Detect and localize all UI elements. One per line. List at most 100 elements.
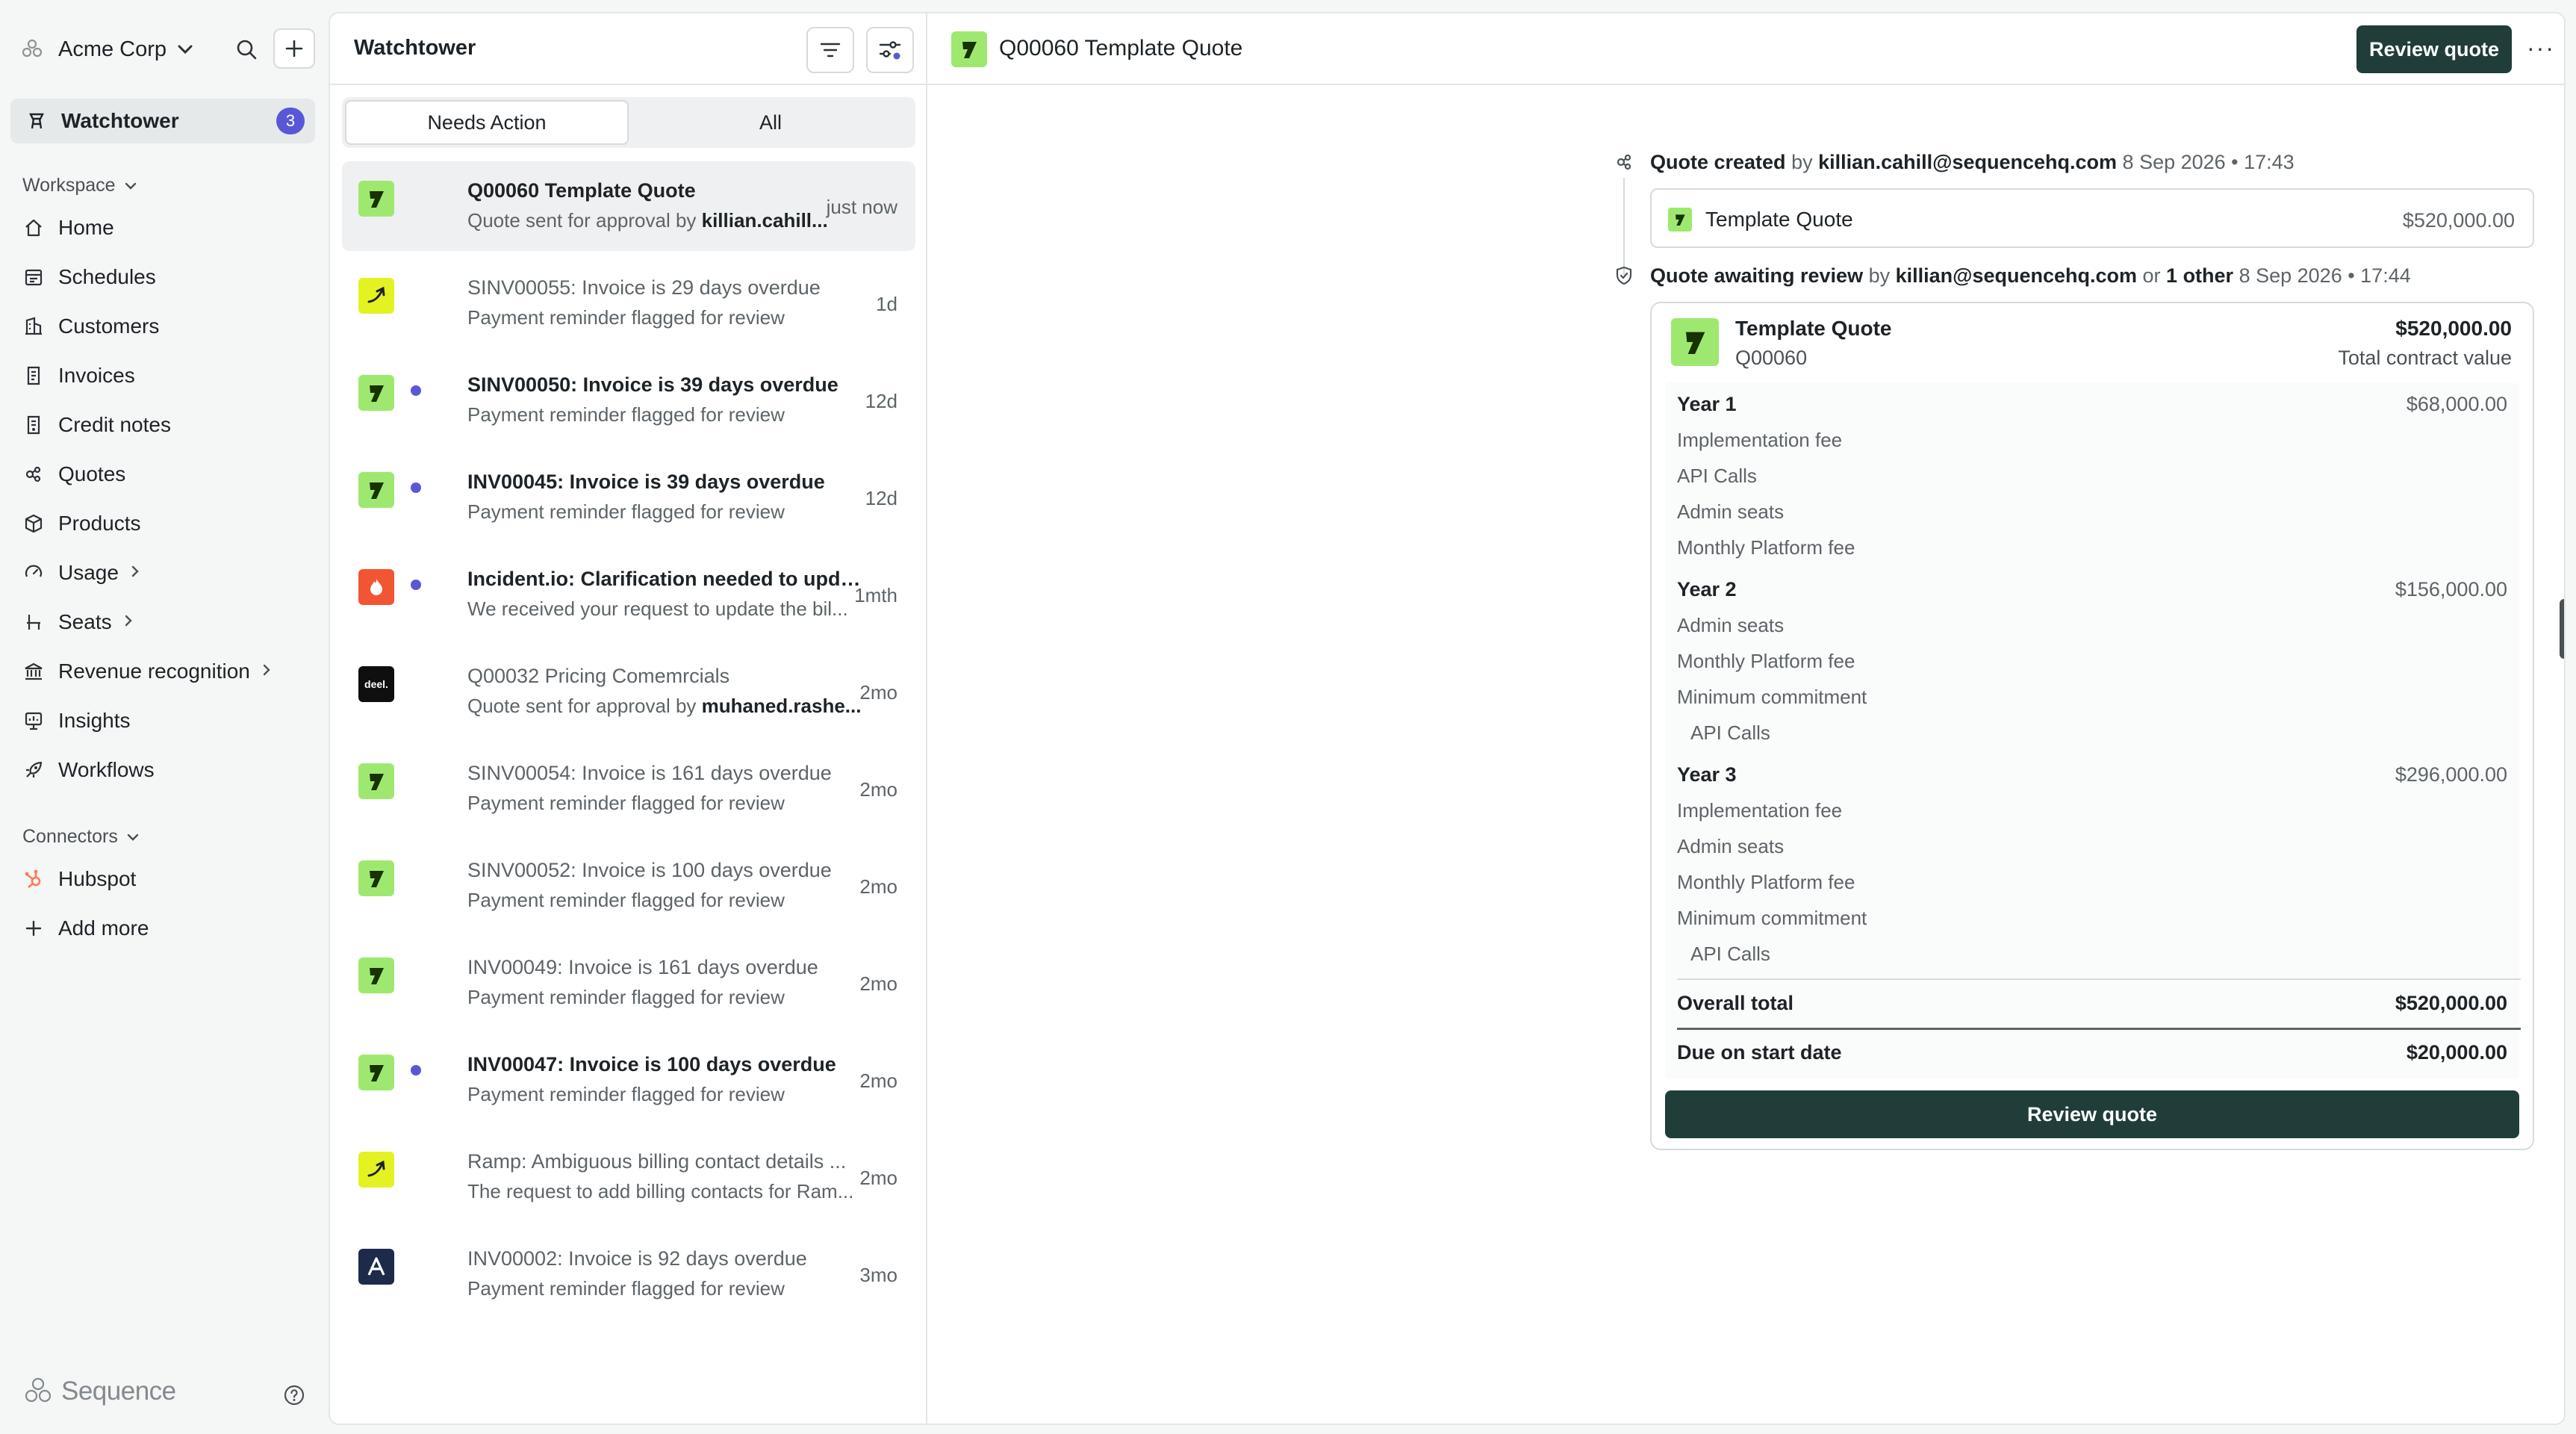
due-on-start-label: Due on start date: [1677, 1041, 1842, 1064]
list-item-title: SINV00050: Invoice is 39 days overdue: [467, 373, 839, 396]
unread-dot: [411, 580, 421, 590]
list-item-subtitle: Payment reminder flagged for review: [467, 889, 863, 912]
sidebar-item-usage[interactable]: Usage: [22, 554, 140, 592]
list-item[interactable]: Ramp: Ambiguous billing contact details …: [342, 1132, 915, 1222]
list-item[interactable]: SINV00050: Invoice is 39 days overdue Pay…: [342, 356, 915, 445]
subtitle-text: Quote sent for approval by: [467, 209, 702, 232]
subtitle-text: Payment reminder flagged for review: [467, 792, 785, 814]
list-item[interactable]: SINV00054: Invoice is 161 days overdue Pa…: [342, 744, 915, 834]
add-button[interactable]: [273, 28, 315, 69]
wise-logo-icon: [358, 957, 394, 993]
watchtower-icon: [25, 111, 48, 131]
line-item: Monthly Platform fee: [1677, 871, 1855, 893]
display-settings-button[interactable]: [866, 27, 914, 73]
list-item-time: 2mo: [859, 681, 897, 704]
wise-logo-icon: [358, 763, 394, 799]
quote-summary-card[interactable]: Template Quote $520,000.00: [1650, 188, 2534, 248]
search-icon[interactable]: [231, 34, 261, 64]
list-item[interactable]: Q00060 Template Quote Quote sent for appr…: [342, 161, 915, 251]
review-quote-button[interactable]: Review quote: [1665, 1090, 2519, 1138]
add-more-connectors[interactable]: Add more: [22, 910, 149, 947]
workspace-section-toggle[interactable]: Workspace: [22, 175, 137, 196]
year-label: Year 1: [1677, 393, 1737, 415]
sidebar-item-revenue-recognition[interactable]: Revenue recognition: [22, 653, 271, 690]
sidebar-item-home[interactable]: Home: [22, 209, 114, 246]
sliders-icon: [879, 41, 901, 60]
sidebar-item-insights[interactable]: Insights: [22, 702, 131, 739]
credit-note-icon: [22, 415, 45, 435]
list-item[interactable]: SINV00055: Invoice is 29 days overdue Pay…: [342, 258, 915, 348]
connectors-section-toggle[interactable]: Connectors: [22, 826, 139, 848]
sidebar-item-products[interactable]: Products: [22, 505, 141, 542]
more-options-icon[interactable]: ···: [2527, 34, 2555, 62]
sidebar-item-label: Seats: [58, 610, 112, 633]
help-icon[interactable]: [282, 1383, 306, 1407]
sidebar-item-schedules[interactable]: Schedules: [22, 258, 156, 296]
list-item[interactable]: deel. Q00032 Pricing Comemrcials Quote sen…: [342, 647, 915, 736]
review-quote-button[interactable]: Review quote: [2356, 25, 2512, 73]
list-item[interactable]: INV00049: Invoice is 161 days overdue Pay…: [342, 938, 915, 1028]
line-item: Admin seats: [1677, 500, 1785, 523]
year-amount: $156,000.00: [2395, 578, 2507, 600]
list-item-time: 3mo: [859, 1264, 897, 1286]
main-panel: Watchtower Needs Action All Q00060 Templ…: [329, 12, 2566, 1425]
list-item[interactable]: INV00045: Invoice is 39 days overdue Paym…: [342, 453, 915, 542]
wise-logo-icon: [358, 472, 394, 508]
page-title: Q00060 Template Quote: [999, 36, 1243, 60]
sidebar-item-customers[interactable]: Customers: [22, 308, 159, 345]
list-item[interactable]: INV00002: Invoice is 92 days overdue Paym…: [342, 1229, 915, 1319]
year-amount: $68,000.00: [2406, 393, 2507, 415]
unread-dot: [411, 385, 421, 396]
sidebar-item-workflows[interactable]: Workflows: [22, 751, 155, 789]
list-item-title: Ramp: Ambiguous billing contact details …: [467, 1150, 847, 1173]
bank-icon: [22, 661, 45, 682]
sequence-logo-icon: [25, 1377, 52, 1403]
sidebar-item-label: Customers: [58, 314, 160, 338]
list-item-subtitle: Payment reminder flagged for review: [467, 986, 863, 1009]
list-item-subtitle: Payment reminder flagged for review: [467, 306, 863, 329]
sidebar-item-seats[interactable]: Seats: [22, 603, 133, 641]
gauge-icon: [22, 562, 45, 583]
invoice-icon: [22, 365, 45, 386]
event-by: by: [1785, 151, 1819, 173]
list-item-subtitle: Payment reminder flagged for review: [467, 792, 863, 815]
sidebar-item-credit-notes[interactable]: Credit notes: [22, 406, 171, 444]
list-item-subtitle: We received your request to update the b…: [467, 598, 863, 621]
filter-button[interactable]: [806, 27, 854, 73]
quote-total-label: Total contract value: [2338, 347, 2512, 369]
org-switcher[interactable]: Acme Corp: [19, 30, 193, 69]
due-on-start-value: $20,000.00: [2406, 1041, 2507, 1064]
sidebar-item-label: Credit notes: [58, 413, 171, 436]
chevron-down-icon: [127, 829, 139, 845]
line-item: Implementation fee: [1677, 799, 1843, 822]
sidebar-item-invoices[interactable]: Invoices: [22, 357, 135, 394]
year-label: Year 3: [1677, 763, 1737, 786]
list-item-time: 1mth: [854, 584, 897, 606]
list-item-subtitle: Payment reminder flagged for review: [467, 500, 863, 524]
sidebar-item-label: Schedules: [58, 265, 156, 288]
tab-needs-action[interactable]: Needs Action: [345, 100, 629, 145]
inbox-tabs: Needs Action All: [342, 97, 915, 148]
tab-all[interactable]: All: [629, 100, 912, 145]
line-item: API Calls: [1690, 721, 1770, 744]
line-item: Minimum commitment: [1677, 907, 1867, 929]
connector-hubspot[interactable]: Hubspot: [22, 860, 136, 898]
divider: [1677, 978, 2521, 980]
subtitle-user: killian.cahill...: [701, 209, 828, 232]
list-item-time: 12d: [865, 487, 897, 509]
line-item: Monthly Platform fee: [1677, 650, 1855, 672]
event-quote-created: Quote created by killian.cahill@sequence…: [1650, 151, 2295, 174]
sidebar-item-quotes[interactable]: Quotes: [22, 456, 125, 493]
list-item[interactable]: INV00047: Invoice is 100 days overdue Pay…: [342, 1035, 915, 1125]
sidebar-item-label: Insights: [58, 709, 131, 732]
box-icon: [22, 513, 45, 534]
list-item-subtitle: Quote sent for approval by muhaned.rashe…: [467, 695, 863, 718]
list-item[interactable]: Incident.io: Clarification needed to upd…: [342, 550, 915, 639]
subtitle-text: Quote sent for approval by: [467, 695, 702, 717]
nav-item-watchtower[interactable]: Watchtower 3: [10, 99, 315, 143]
shield-check-icon: [1613, 264, 1635, 287]
scrollbar[interactable]: [2560, 599, 2564, 659]
wise-logo-icon: [358, 1055, 394, 1090]
list-item[interactable]: SINV00052: Invoice is 100 days overdue Pa…: [342, 841, 915, 931]
sidebar-item-label: Revenue recognition: [58, 659, 250, 683]
